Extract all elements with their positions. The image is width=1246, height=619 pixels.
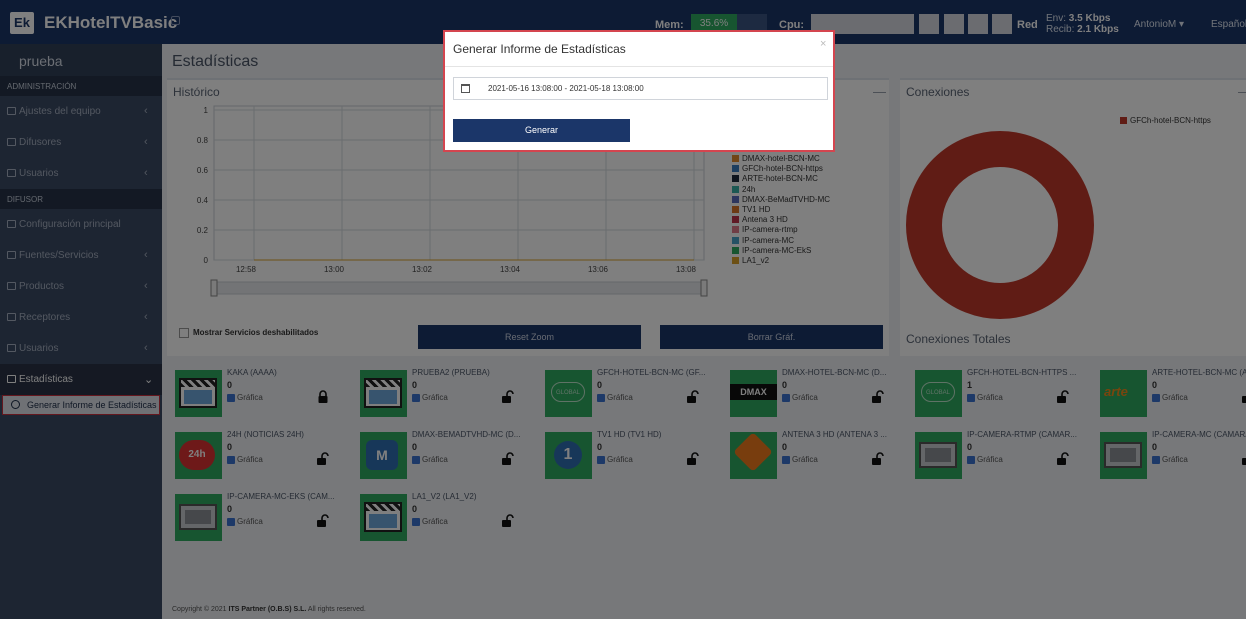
date-range-input[interactable]: 2021-05-16 13:08:00 - 2021-05-18 13:08:0… <box>453 77 828 100</box>
calendar-icon <box>461 84 470 93</box>
date-range-value: 2021-05-16 13:08:00 - 2021-05-18 13:08:0… <box>488 84 644 93</box>
modal-title: Generar Informe de Estadísticas <box>453 42 626 56</box>
close-icon[interactable]: × <box>820 38 826 50</box>
generar-button[interactable]: Generar <box>453 119 630 142</box>
generar-informe-modal: Generar Informe de Estadísticas × 2021-0… <box>443 30 835 152</box>
app-root: Ek EKHotelTVBasic Mem: 35.6% Cpu: Red En… <box>0 0 1246 619</box>
modal-divider <box>445 66 833 67</box>
